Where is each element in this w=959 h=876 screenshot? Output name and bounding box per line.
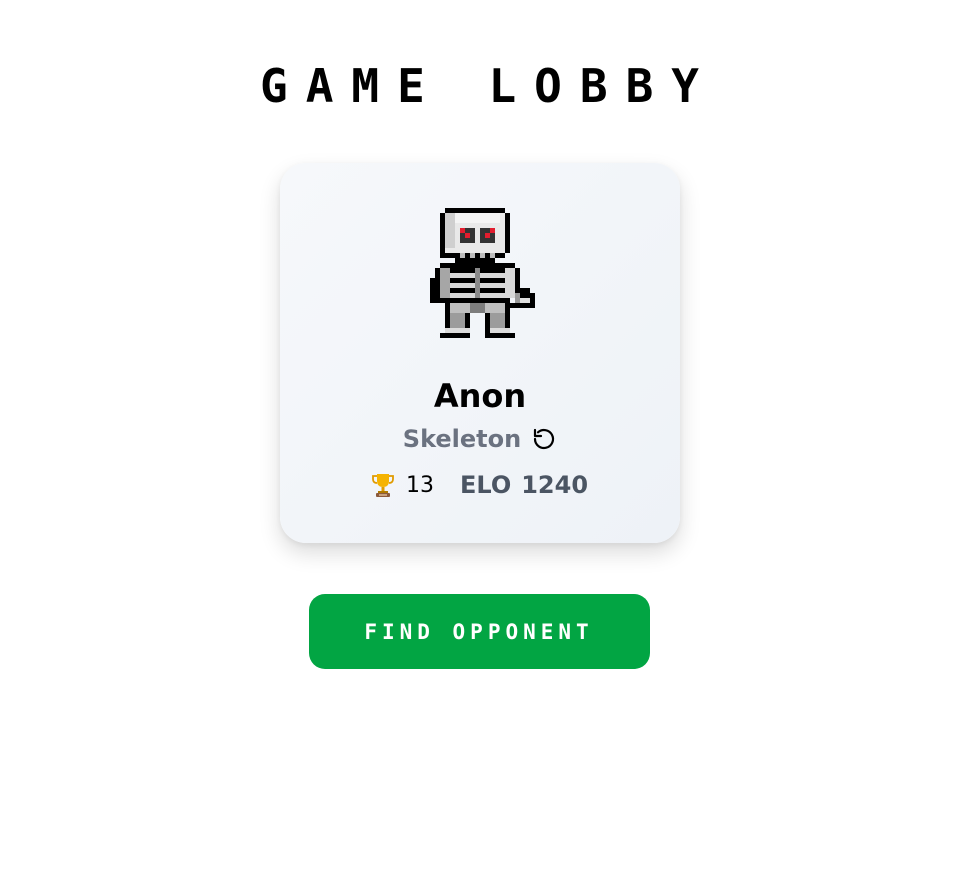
elo-label: ELO bbox=[459, 471, 512, 499]
player-card: Anon Skeleton 13 ELO 1240 bbox=[280, 163, 680, 543]
player-stats-row: 13 ELO 1240 bbox=[280, 471, 680, 499]
character-class-row: Skeleton bbox=[280, 425, 680, 453]
skeleton-sprite bbox=[430, 208, 535, 338]
player-name: Anon bbox=[433, 377, 527, 415]
character-class-label: Skeleton bbox=[402, 425, 522, 453]
lobby-title: GAME LOBBY bbox=[260, 59, 717, 113]
elo-value: 1240 bbox=[521, 471, 589, 499]
trophy-icon bbox=[372, 472, 394, 498]
rotate-ccw-icon[interactable] bbox=[531, 426, 557, 452]
find-opponent-button[interactable]: FIND OPPONENT bbox=[309, 594, 650, 669]
trophy-count: 13 bbox=[405, 472, 434, 498]
